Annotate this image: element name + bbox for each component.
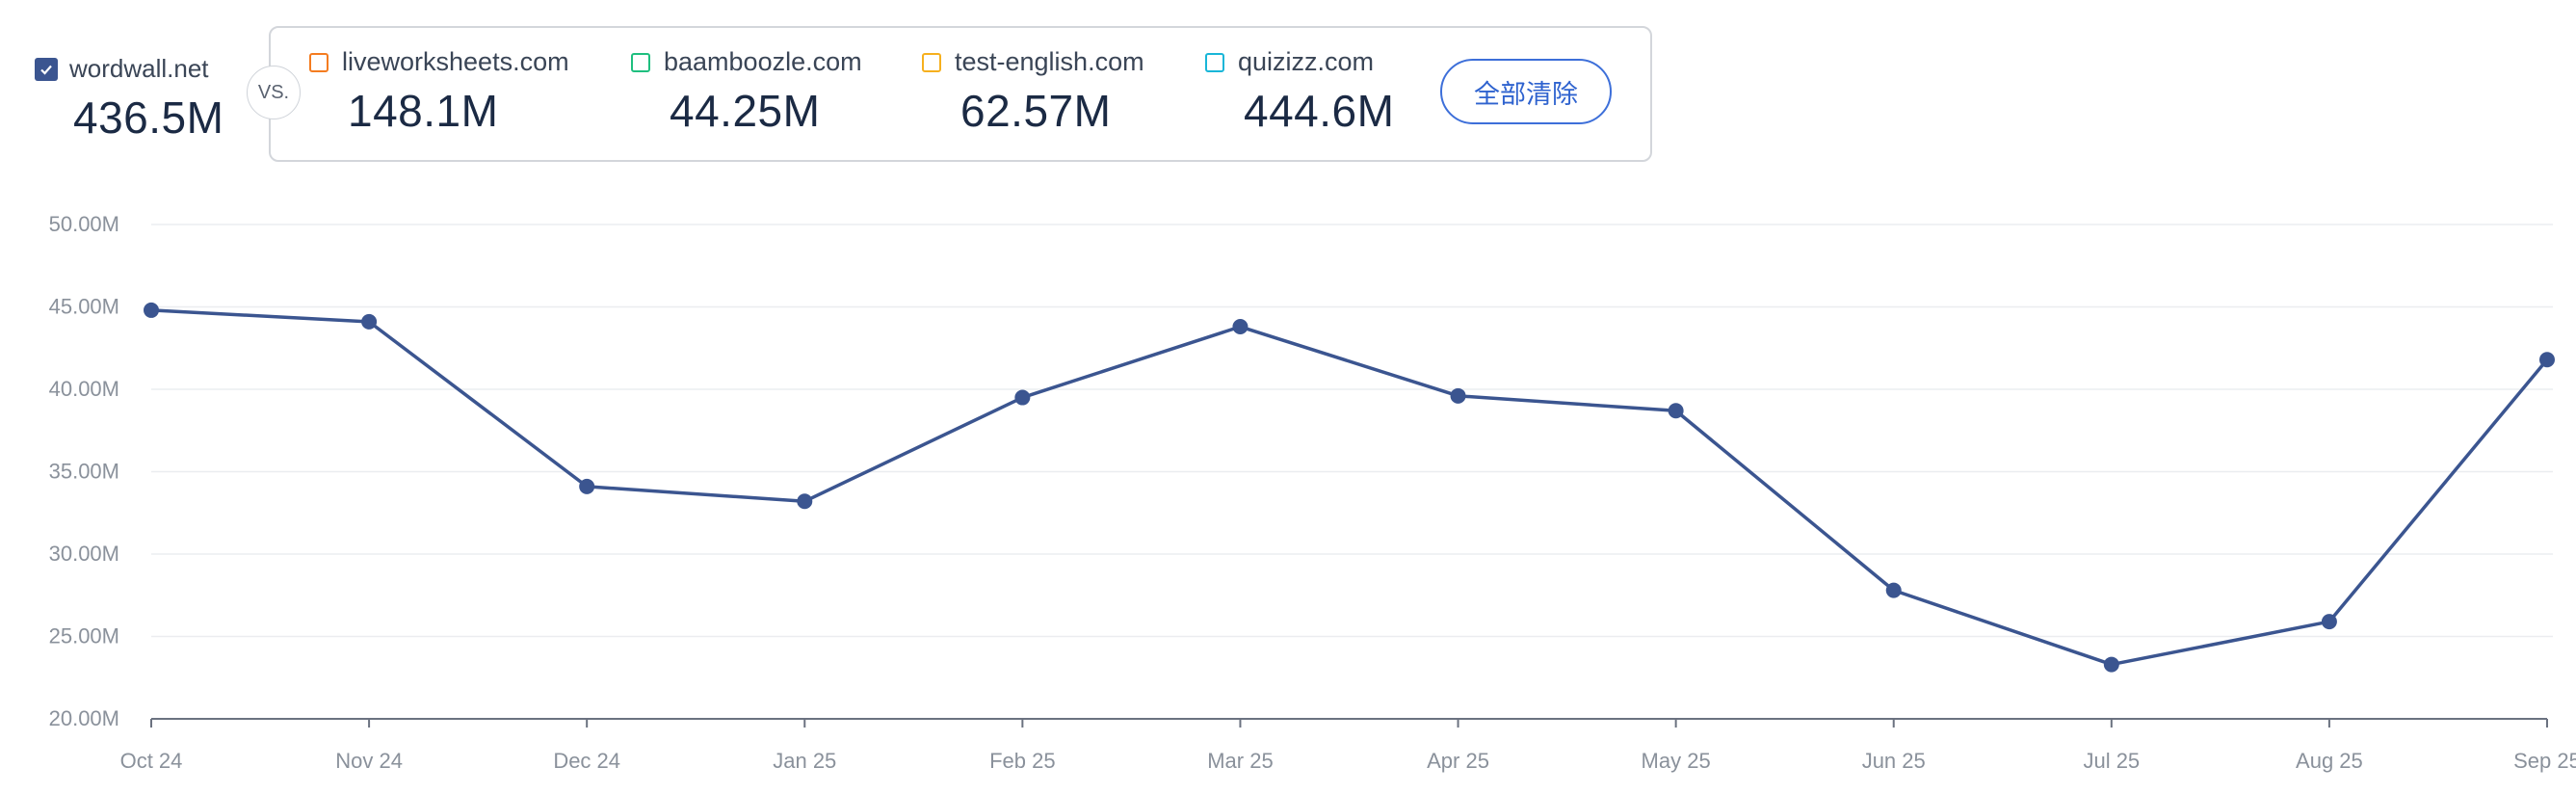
x-tick-label: Sep 25 <box>2513 749 2576 773</box>
x-tick-label: Aug 25 <box>2296 749 2363 773</box>
data-point <box>579 478 595 494</box>
data-point <box>1668 403 1684 419</box>
data-point <box>1885 582 1902 598</box>
x-tick-label: Oct 24 <box>120 749 183 773</box>
x-tick-label: Mar 25 <box>1207 749 1273 773</box>
x-tick-label: Jan 25 <box>773 749 836 773</box>
data-point <box>1232 319 1249 335</box>
data-point <box>361 313 378 330</box>
data-point <box>1014 389 1031 406</box>
x-tick-label: Apr 25 <box>1427 749 1489 773</box>
x-tick-label: Feb 25 <box>989 749 1056 773</box>
data-point <box>2539 352 2555 368</box>
x-tick-label: Nov 24 <box>335 749 403 773</box>
data-point <box>2321 614 2337 630</box>
x-tick-label: Dec 24 <box>553 749 620 773</box>
x-tick-label: Jun 25 <box>1862 749 1926 773</box>
y-tick-label: 40.00M <box>49 377 119 401</box>
data-point <box>144 302 159 318</box>
y-tick-label: 50.00M <box>49 212 119 236</box>
y-tick-label: 35.00M <box>49 460 119 484</box>
x-tick-label: May 25 <box>1642 749 1711 773</box>
data-point <box>2103 656 2119 673</box>
y-tick-label: 20.00M <box>49 706 119 730</box>
series-line <box>150 308 2549 667</box>
y-tick-label: 45.00M <box>49 295 119 319</box>
x-tick-label: Jul 25 <box>2083 749 2140 773</box>
line-chart: 20.00M 25.00M 30.00M 35.00M 40.00M 45.00M 50.0… <box>49 212 2576 773</box>
vs-badge: VS. <box>247 66 301 119</box>
y-tick-label: 30.00M <box>49 542 119 566</box>
y-tick-label: 25.00M <box>49 624 119 648</box>
data-point <box>797 493 813 510</box>
data-point <box>1450 387 1466 404</box>
